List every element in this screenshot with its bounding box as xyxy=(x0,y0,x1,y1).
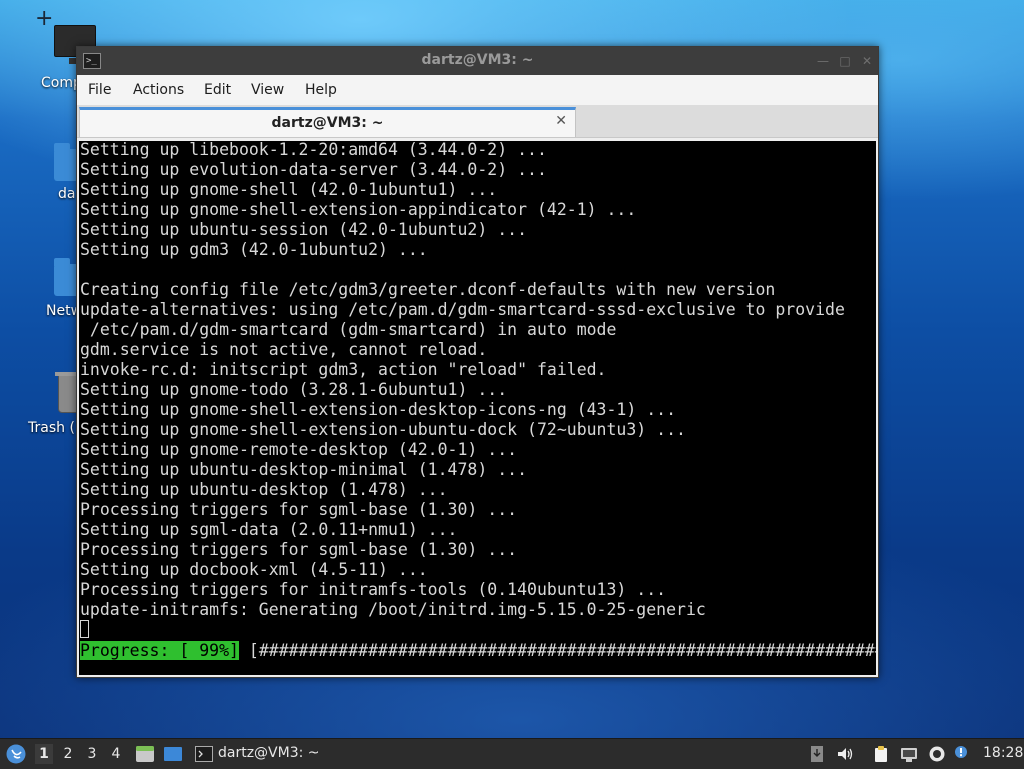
terminal-task-icon xyxy=(195,746,213,762)
workspace-4[interactable]: 4 xyxy=(107,744,125,764)
updates-icon[interactable] xyxy=(808,745,826,763)
file-manager-icon[interactable] xyxy=(135,745,155,763)
workspace-1[interactable]: 1 xyxy=(35,744,53,764)
terminal-cursor xyxy=(80,620,89,638)
close-icon[interactable]: ✕ xyxy=(859,53,875,69)
window-titlebar[interactable]: >_ dartz@VM3: ~ — □ ✕ xyxy=(77,47,878,75)
terminal-window: >_ dartz@VM3: ~ — □ ✕ File Actions Edit … xyxy=(76,46,879,678)
show-desktop-icon[interactable] xyxy=(163,745,183,763)
workspace-2[interactable]: 2 xyxy=(59,744,77,764)
terminal-line: Setting up ubuntu-desktop (1.478) ... xyxy=(80,480,448,499)
notification-icon[interactable] xyxy=(952,745,970,763)
screensaver-icon[interactable] xyxy=(928,745,946,763)
terminal-line: invoke-rc.d: initscript gdm3, action "re… xyxy=(80,360,607,379)
terminal-line: update-initramfs: Generating /boot/initr… xyxy=(80,600,706,619)
terminal-line: Setting up gnome-remote-desktop (42.0-1)… xyxy=(80,440,518,459)
terminal-line: Processing triggers for sgml-base (1.30)… xyxy=(80,540,518,559)
workspace-3[interactable]: 3 xyxy=(83,744,101,764)
progress-label: Progress: [ 99%] xyxy=(80,641,239,660)
terminal-line: Setting up libebook-1.2-20:amd64 (3.44.0… xyxy=(80,141,547,159)
terminal-line: Setting up docbook-xml (4.5-11) ... xyxy=(80,560,428,579)
menu-actions[interactable]: Actions xyxy=(133,82,184,98)
tab-bar: dartz@VM3: ~ ✕ xyxy=(77,105,878,138)
menu-file[interactable]: File xyxy=(88,82,111,98)
tab-terminal[interactable]: dartz@VM3: ~ ✕ xyxy=(79,107,576,137)
task-terminal-button[interactable]: dartz@VM3: ~ xyxy=(218,745,320,761)
terminal-line: Setting up gnome-shell-extension-desktop… xyxy=(80,400,677,419)
clipboard-icon[interactable] xyxy=(872,745,890,763)
add-icon[interactable]: + xyxy=(35,8,53,30)
terminal-line: Setting up gnome-shell-extension-ubuntu-… xyxy=(80,420,686,439)
terminal-line: update-alternatives: using /etc/pam.d/gd… xyxy=(80,300,845,319)
terminal-line: Setting up gnome-todo (3.28.1-6ubuntu1) … xyxy=(80,380,508,399)
terminal-line: Setting up evolution-data-server (3.44.0… xyxy=(80,160,547,179)
menu-help[interactable]: Help xyxy=(305,82,337,98)
volume-icon[interactable] xyxy=(836,745,854,763)
tab-title: dartz@VM3: ~ xyxy=(271,115,384,131)
terminal-line: Processing triggers for initramfs-tools … xyxy=(80,580,667,599)
minimize-icon[interactable]: — xyxy=(815,53,831,69)
menu-bar: File Actions Edit View Help xyxy=(77,75,878,105)
terminal-line: Creating config file /etc/gdm3/greeter.d… xyxy=(80,280,776,299)
menu-view[interactable]: View xyxy=(251,82,284,98)
terminal-line: Setting up gnome-shell (42.0-1ubuntu1) .… xyxy=(80,180,498,199)
network-icon[interactable] xyxy=(900,745,918,763)
window-title: dartz@VM3: ~ xyxy=(421,52,534,68)
start-menu-icon[interactable] xyxy=(6,744,26,764)
terminal-line: Processing triggers for sgml-base (1.30)… xyxy=(80,500,518,519)
menu-edit[interactable]: Edit xyxy=(204,82,231,98)
terminal-line: Setting up gnome-shell-extension-appindi… xyxy=(80,200,637,219)
taskbar: 1 2 3 4 dartz@VM3: ~ 18:28 xyxy=(0,738,1024,769)
terminal-line: Setting up ubuntu-session (42.0-1ubuntu2… xyxy=(80,220,528,239)
tab-close-icon[interactable]: ✕ xyxy=(555,113,567,129)
terminal-output[interactable]: update-initramfs: Generating /boot/initr… xyxy=(79,141,876,675)
clock[interactable]: 18:28 xyxy=(983,745,1023,761)
terminal-line: gdm.service is not active, cannot reload… xyxy=(80,340,488,359)
progress-line: Progress: [ 99%] [######################… xyxy=(80,641,876,661)
maximize-icon[interactable]: □ xyxy=(837,53,853,69)
progress-bar: [#######################################… xyxy=(238,641,876,660)
terminal-line: Setting up sgml-data (2.0.11+nmu1) ... xyxy=(80,520,458,539)
terminal-line: /etc/pam.d/gdm-smartcard (gdm-smartcard)… xyxy=(80,320,617,339)
terminal-line: Setting up ubuntu-desktop-minimal (1.478… xyxy=(80,460,528,479)
terminal-line: Setting up gdm3 (42.0-1ubuntu2) ... xyxy=(80,240,428,259)
